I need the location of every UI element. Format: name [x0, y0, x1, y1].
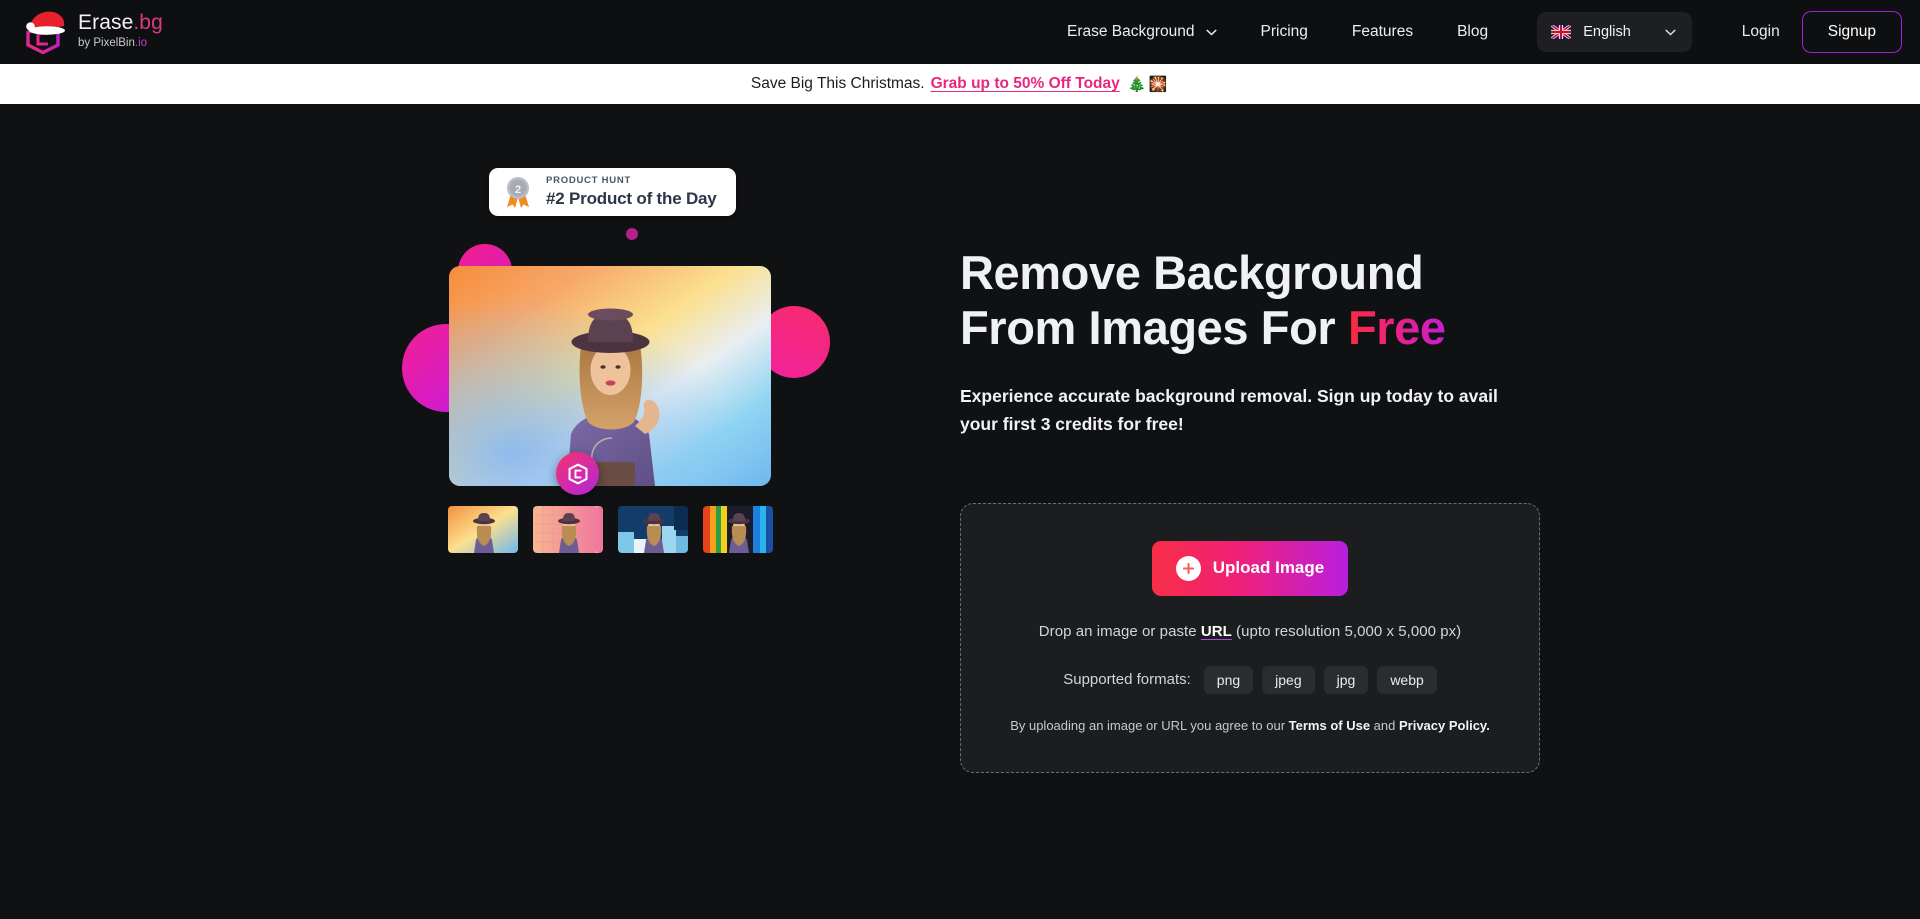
plus-icon [1175, 555, 1201, 581]
svg-text:2: 2 [515, 184, 521, 196]
hero-illustration [402, 228, 830, 624]
hero-visual-column: 2 PRODUCT HUNT #2 Product of the Day [0, 104, 880, 919]
page-title: Remove Background From Images For Free [960, 246, 1920, 356]
logo[interactable]: Erase.bg by PixelBin.io [22, 7, 163, 57]
nav-item-erase-background[interactable]: Erase Background [1045, 0, 1239, 64]
hero-copy-column: Remove Background From Images For Free E… [880, 104, 1920, 919]
logo-text: Erase.bg by PixelBin.io [78, 7, 163, 51]
signup-button[interactable]: Signup [1801, 11, 1902, 53]
language-selector[interactable]: English [1537, 12, 1692, 52]
language-label: English [1583, 24, 1631, 40]
thumbnail-image [448, 506, 518, 553]
chevron-down-icon [1205, 29, 1217, 35]
logo-subtitle-suffix: .io [134, 37, 148, 50]
nav-item-blog[interactable]: Blog [1435, 0, 1510, 64]
product-hunt-text: PRODUCT HUNT #2 Product of the Day [546, 174, 717, 208]
legal-prefix: By uploading an image or URL you agree t… [1010, 717, 1289, 733]
headline-accent-word: Free [1347, 300, 1446, 354]
format-chip-webp[interactable]: webp [1377, 665, 1437, 694]
pixelbin-badge-icon [556, 452, 599, 495]
nav-label: Blog [1457, 23, 1489, 40]
plus-glyph-icon [1182, 562, 1194, 574]
headline-line-2: From Images For [960, 300, 1348, 354]
thumbnail-image [618, 506, 688, 553]
thumbnail-rainbow-stripes[interactable] [703, 506, 773, 553]
main-content: 2 PRODUCT HUNT #2 Product of the Day Rem… [0, 104, 1920, 919]
chevron-down-icon [1665, 29, 1676, 35]
drop-instruction: Drop an image or paste URL (upto resolut… [1039, 623, 1461, 640]
format-chip-jpeg[interactable]: jpeg [1262, 665, 1315, 694]
main-navigation: Erase Background Pricing Features Blog [1045, 0, 1510, 64]
logo-title: Erase.bg [78, 11, 163, 34]
logo-mark [22, 11, 68, 57]
thumbnail-strip [448, 506, 773, 553]
upload-dropzone[interactable]: Upload Image Drop an image or paste URL … [960, 502, 1540, 773]
drop-suffix: (upto resolution 5,000 x 5,000 px) [1231, 622, 1462, 640]
format-chip-jpg[interactable]: jpg [1323, 665, 1369, 694]
login-link[interactable]: Login [1720, 23, 1802, 41]
decorative-dot [626, 228, 638, 240]
supported-formats-row: Supported formats: png jpeg jpg webp [1063, 665, 1437, 694]
header-right-actions: English Login Signup [1537, 0, 1902, 64]
headline-line-1: Remove Background [960, 246, 1424, 299]
supported-formats-label: Supported formats: [1063, 671, 1191, 689]
thumbnail-image [533, 506, 603, 553]
site-header: Erase.bg by PixelBin.io Erase Background… [0, 0, 1920, 64]
pixelbin-logo-mark-icon [568, 463, 587, 484]
product-hunt-kicker: PRODUCT HUNT [546, 174, 631, 186]
uk-flag-icon [1551, 25, 1572, 39]
terms-of-use-link[interactable]: Terms of Use [1289, 718, 1370, 733]
upload-image-button[interactable]: Upload Image [1152, 540, 1348, 596]
promo-emoji: 🎄🎇 [1127, 76, 1170, 93]
nav-item-pricing[interactable]: Pricing [1239, 0, 1330, 64]
paste-url-link[interactable]: URL [1201, 623, 1232, 640]
page-subtitle: Experience accurate background removal. … [960, 385, 1498, 435]
logo-subtitle: by PixelBin.io [78, 37, 148, 50]
thumbnail-pink-tiles[interactable] [533, 506, 603, 553]
promo-banner: Save Big This Christmas. Grab up to 50% … [0, 64, 1920, 104]
nav-label: Features [1351, 23, 1414, 40]
thumbnail-blue-blocks[interactable] [618, 506, 688, 553]
nav-item-features[interactable]: Features [1330, 0, 1435, 64]
legal-conjunction: and [1370, 717, 1399, 733]
logo-title-suffix: .bg [133, 11, 163, 34]
privacy-policy-link[interactable]: Privacy Policy. [1399, 718, 1490, 733]
promo-cta-link[interactable]: Grab up to 50% Off Today [931, 75, 1120, 93]
legal-disclaimer: By uploading an image or URL you agree t… [1010, 718, 1490, 733]
nav-label: Erase Background [1067, 23, 1195, 40]
thumbnail-image [703, 506, 773, 553]
hero-preview-image [449, 266, 771, 486]
format-chip-png[interactable]: png [1203, 665, 1254, 694]
silver-medal-2-icon: 2 [507, 177, 529, 208]
thumbnail-gradient-sunset[interactable] [448, 506, 518, 553]
promo-text: Save Big This Christmas. [750, 75, 925, 92]
upload-button-label: Upload Image [1212, 558, 1325, 578]
drop-prefix: Drop an image or paste [1038, 622, 1201, 640]
nav-label: Pricing [1260, 23, 1308, 40]
product-hunt-badge[interactable]: 2 PRODUCT HUNT #2 Product of the Day [489, 168, 736, 216]
santa-hat-icon [26, 11, 65, 35]
hero-image-graphic [449, 266, 771, 486]
product-hunt-title: #2 Product of the Day [546, 188, 717, 208]
